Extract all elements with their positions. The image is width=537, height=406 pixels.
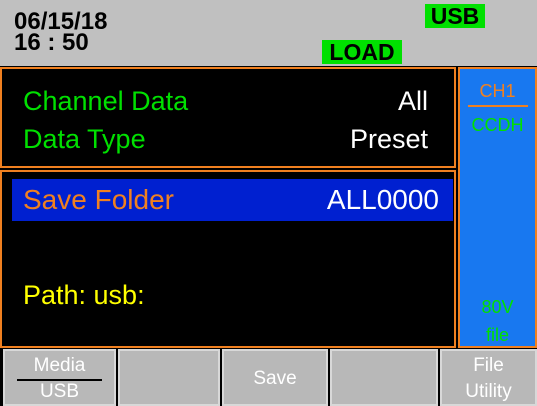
media-key-label: Media xyxy=(33,355,86,376)
settings-panel: Channel Data All Data Type Preset xyxy=(0,67,456,168)
mode-label: CCDH xyxy=(471,115,524,135)
media-key-value: USB xyxy=(39,381,80,402)
save-panel: Save Folder ALL0000 Path: usb: xyxy=(0,170,456,348)
blank-softkey-2[interactable] xyxy=(118,349,220,406)
side-divider xyxy=(468,105,528,107)
save-folder-label: Save Folder xyxy=(23,184,174,215)
time-display: 16 : 50 xyxy=(14,29,89,56)
channel-data-value[interactable]: All xyxy=(398,86,428,116)
file-utility-softkey[interactable]: File Utility xyxy=(440,349,537,406)
usb-badge: USB xyxy=(425,4,485,28)
path-display: Path: usb: xyxy=(23,280,145,310)
save-softkey[interactable]: Save xyxy=(222,349,328,406)
save-key-label: Save xyxy=(253,368,297,389)
status-bar: 06/15/18 16 : 50 USB LOAD xyxy=(0,0,537,66)
blank-softkey-4[interactable] xyxy=(330,349,438,406)
channel-side-panel: CH1 CCDH 80V file xyxy=(458,67,537,348)
file-label: file xyxy=(485,325,509,345)
softkey-bar: Media USB Save File Utility xyxy=(0,349,537,406)
channel-data-label: Channel Data xyxy=(23,86,189,116)
data-type-label: Data Type xyxy=(23,124,146,154)
file-utility-line2: Utility xyxy=(465,381,512,402)
voltage-label: 80V xyxy=(481,297,514,317)
media-softkey[interactable]: Media USB xyxy=(3,349,116,406)
channel-label: CH1 xyxy=(479,81,516,101)
save-folder-row[interactable]: Save Folder ALL0000 xyxy=(12,179,453,221)
file-utility-line1: File xyxy=(473,355,504,376)
save-folder-value: ALL0000 xyxy=(326,184,439,215)
load-badge: LOAD xyxy=(322,40,402,64)
data-type-value[interactable]: Preset xyxy=(350,124,428,154)
